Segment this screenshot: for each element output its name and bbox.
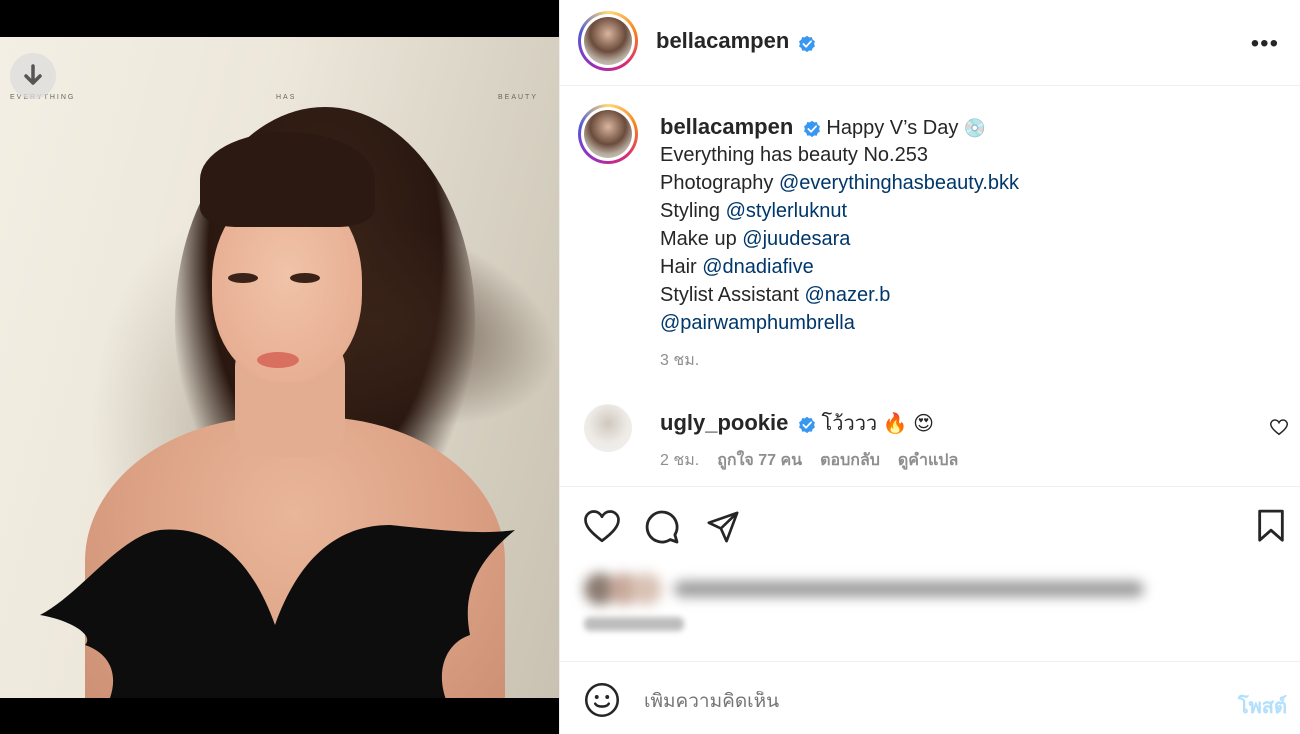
caption-username[interactable]: bellacampen [660,114,793,139]
verified-badge-icon [798,35,815,52]
send-icon[interactable] [706,510,740,544]
comment-input[interactable] [644,691,1204,713]
caption-line-text: Everything has beauty No.253 [660,144,928,166]
comment-time[interactable]: 2 ชม. [660,448,699,473]
photo-black-top [40,525,515,698]
post-comment-button[interactable]: โพสต์ [1238,690,1287,722]
download-button[interactable] [10,53,56,99]
photo-hair-front [200,132,375,227]
photo-word-beauty: BEAUTY [498,94,539,101]
header-user: bellacampen [656,28,816,54]
post-actions [560,486,1300,661]
caption-time[interactable]: 3 ชม. [660,348,699,373]
caption-line: Stylist Assistant @nazer.b [660,284,890,307]
header-avatar-frame [581,14,635,68]
header-avatar-image [584,17,632,65]
caption-mention[interactable]: @dnadiafive [702,256,813,278]
liked-by-blurred [584,569,1154,609]
caption-line: Everything has beauty No.253 [660,144,928,167]
heart-icon[interactable] [584,510,620,543]
comment-username[interactable]: ugly_pookie [660,410,788,435]
caption-line: Photography @everythinghasbeauty.bkk [660,172,1019,195]
caption-avatar[interactable] [578,104,638,164]
comment-likes[interactable]: ถูกใจ 77 คน [717,448,802,473]
comment-translate-button[interactable]: ดูคำแปล [898,448,958,473]
comment-composer: โพสต์ [560,661,1300,734]
download-arrow-icon [24,64,42,85]
photo-eye-right [290,273,320,283]
caption-line-text: Styling [660,200,726,222]
post-header: bellacampen ••• [560,0,1300,86]
caption-mention[interactable]: @stylerluknut [726,200,847,222]
comment-reply-button[interactable]: ตอบกลับ [820,448,880,473]
more-options-icon[interactable]: ••• [1251,30,1279,58]
verified-badge-icon [803,120,820,137]
comment-item: ugly_pookie โว้ววว 🔥 😍 2 ชม. ถูกใจ 77 คน… [560,395,1300,485]
caption-mention[interactable]: @juudesara [742,228,850,250]
caption-line-text: Hair [660,256,703,278]
caption-emoji: 💿 [963,118,987,138]
photo-word-has: HAS [276,94,297,101]
verified-badge-icon [799,416,815,433]
header-username[interactable]: bellacampen [656,28,789,53]
caption-line-text: Photography [660,172,779,194]
caption-first-line: bellacampen Happy V’s Day 💿 [660,114,986,140]
post-photo[interactable]: EVERYTHING HAS BEAUTY [0,37,559,698]
heart-small-icon[interactable] [1270,419,1288,436]
liked-by-text [674,581,1144,597]
post-date-blurred [584,617,684,631]
photo-eye-left [228,273,258,283]
photo-lips [257,352,299,368]
caption-avatar-frame [581,107,635,161]
post-dialog: EVERYTHING HAS BEAUTY bellacampen ••• be… [0,0,1300,734]
caption-line-text: Make up [660,228,743,250]
header-avatar[interactable] [578,11,638,71]
post-media: EVERYTHING HAS BEAUTY [0,0,559,734]
caption-line: Make up @juudesara [660,228,850,251]
caption-line: Styling @stylerluknut [660,200,847,223]
bookmark-icon[interactable] [1256,509,1286,543]
caption-mention[interactable]: @everythinghasbeauty.bkk [779,172,1019,194]
post-side-panel: bellacampen ••• bellacampen Happy V’s Da… [559,0,1300,734]
caption-mention[interactable]: @nazer.b [805,284,891,306]
liked-by-avatar [630,573,662,605]
comment-avatar[interactable] [584,404,632,452]
comment-text: โว้ววว [821,413,878,435]
comment-emojis: 🔥 😍 [882,413,935,435]
caption-avatar-image [584,110,632,158]
caption-line: @pairwamphumbrella [660,312,855,335]
caption-line: Hair @dnadiafive [660,256,814,279]
caption-text: Happy V’s Day [826,117,959,139]
smiley-icon[interactable] [584,682,620,718]
caption-line-text: Stylist Assistant [660,284,805,306]
comment-meta: 2 ชม. ถูกใจ 77 คน ตอบกลับ ดูคำแปล [660,448,958,473]
comment-body: ugly_pookie โว้ววว 🔥 😍 [660,407,934,439]
caption-mention[interactable]: @pairwamphumbrella [660,312,855,334]
comment-icon[interactable] [644,509,680,545]
